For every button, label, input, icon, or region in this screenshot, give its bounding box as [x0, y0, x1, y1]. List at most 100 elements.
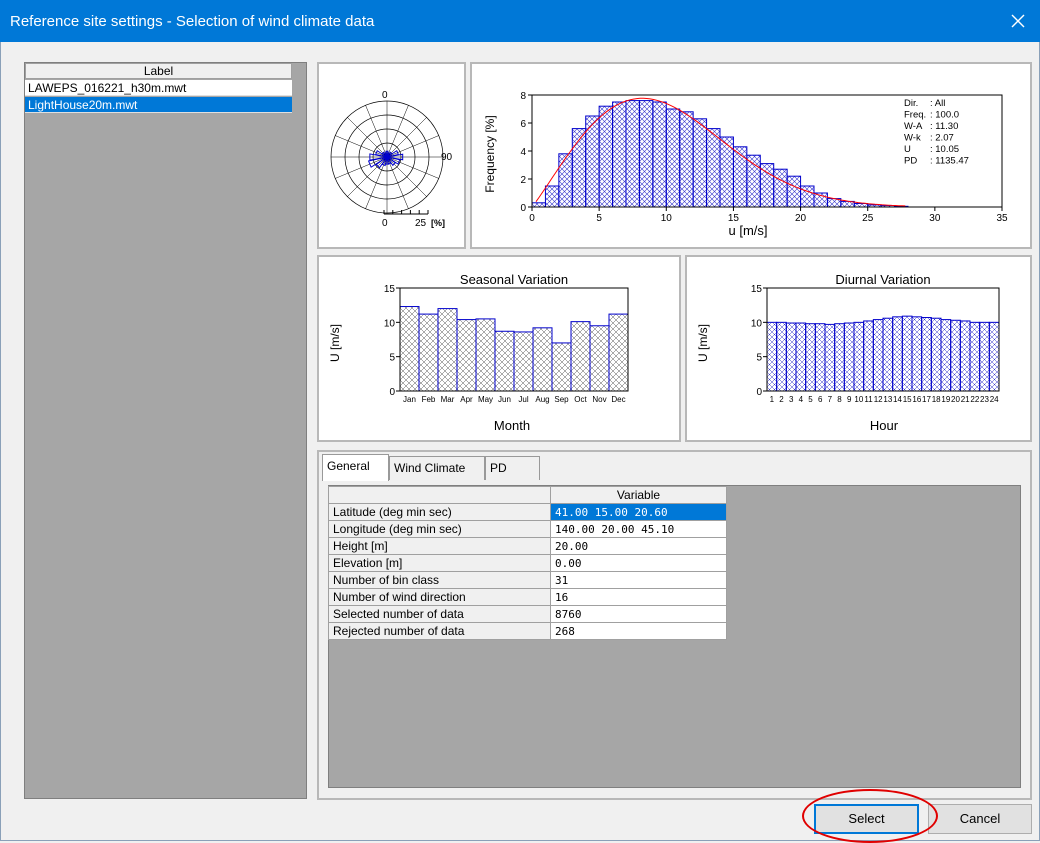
row-value[interactable]: 268 [550, 622, 727, 640]
stat-value: : All [930, 98, 945, 109]
wind-rose-scale-unit: [%] [431, 218, 445, 228]
table-row: Number of wind direction 16 [328, 588, 727, 606]
y-tick-label: 5 [756, 353, 762, 364]
wind-rose-scale-max: 25 [415, 218, 427, 229]
x-tick-label: 1 [770, 395, 775, 404]
stat-key: U [904, 144, 911, 155]
x-tick-label: 0 [529, 213, 535, 224]
x-tick-label: 11 [864, 395, 873, 404]
stat-value: : 2.07 [930, 133, 954, 144]
row-value[interactable]: 8760 [550, 605, 727, 623]
x-tick-label: 3 [789, 395, 794, 404]
wind-rose-panel: 0 90 0 25 [%] [317, 62, 466, 249]
file-list[interactable]: Label LAWEPS_016221_h30m.mwt LightHouse2… [24, 62, 307, 799]
diurnal-ylabel: U [m/s] [696, 324, 710, 362]
frequency-bar [652, 101, 667, 208]
bar [814, 323, 826, 392]
table-corner-cell [328, 486, 551, 504]
wind-rose-chart: 0 90 0 25 [%] [330, 90, 453, 229]
table-row: Selected number of data 8760 [328, 605, 727, 623]
row-label: Elevation [m] [328, 554, 551, 572]
x-tick-label: 22 [970, 395, 979, 404]
tab-pd[interactable]: PD [485, 456, 540, 480]
x-tick-label: May [478, 395, 493, 404]
window-title: Reference site settings - Selection of w… [10, 13, 375, 30]
stat-value: : 1135.47 [930, 156, 969, 167]
frequency-histogram: Frequency [%] u [m/s] 0 2 4 6 8 0 5 10 15 20 25 30 3… [483, 91, 1008, 238]
x-tick-label: 4 [799, 395, 804, 404]
frequency-bar [544, 185, 560, 208]
x-tick-label: Feb [422, 395, 436, 404]
file-list-header[interactable]: Label [25, 63, 292, 79]
stat-value: : 100.0 [930, 110, 959, 121]
wind-rose-north-label: 0 [382, 90, 388, 101]
bar [776, 321, 787, 392]
y-tick-label: 15 [384, 284, 396, 295]
stat-key: PD [904, 156, 917, 167]
bar [988, 321, 1000, 392]
frequency-bar [625, 100, 640, 208]
bar [979, 321, 990, 392]
y-tick-label: 0 [389, 387, 395, 398]
bar [940, 319, 952, 392]
seasonal-xlabel: Month [494, 418, 530, 433]
x-tick-label: 7 [828, 395, 833, 404]
frequency-bar [692, 118, 708, 208]
diurnal-xlabel: Hour [870, 418, 899, 433]
stat-key: Freq. [904, 110, 926, 121]
rose-spoke [347, 156, 388, 197]
table-column-header[interactable]: Variable [550, 486, 727, 504]
seasonal-panel: Seasonal Variation U [m/s] Month 0 5 10 15 J… [317, 255, 681, 442]
row-value-selected[interactable]: 41.00 15.00 20.60 [550, 503, 727, 521]
bar [853, 321, 865, 392]
frequency-bar [732, 146, 748, 208]
bar [872, 319, 884, 392]
tab-wind-climate[interactable]: Wind Climate [389, 456, 485, 480]
x-tick-label: 17 [922, 395, 931, 404]
row-value[interactable]: 20.00 [550, 537, 727, 555]
tab-general[interactable]: General [322, 454, 389, 481]
close-button[interactable] [996, 0, 1040, 42]
bar [494, 330, 515, 392]
x-tick-label: 10 [854, 395, 863, 404]
x-tick-label: 19 [941, 395, 950, 404]
file-list-item[interactable]: LAWEPS_016221_h30m.mwt [25, 80, 292, 96]
x-tick-label: Jun [498, 395, 511, 404]
x-tick-label: 15 [728, 213, 740, 224]
stat-key: W-k [904, 133, 921, 144]
wind-rose-scale-zero: 0 [382, 218, 388, 229]
x-tick-label: 15 [903, 395, 912, 404]
y-tick-label: 15 [751, 284, 763, 295]
frequency-bar [679, 111, 694, 208]
bar [456, 319, 477, 392]
y-tick-label: 0 [520, 203, 526, 214]
x-tick-label: 20 [795, 213, 807, 224]
row-value[interactable]: 16 [550, 588, 727, 606]
x-tick-label: 21 [961, 395, 970, 404]
x-tick-label: 8 [837, 395, 842, 404]
cancel-button[interactable]: Cancel [928, 804, 1032, 834]
x-tick-label: 24 [990, 395, 999, 404]
table-row: Longitude (deg min sec) 140.00 20.00 45.… [328, 520, 727, 538]
frequency-bar [558, 153, 573, 208]
row-value[interactable]: 140.00 20.00 45.10 [550, 520, 727, 538]
bar [795, 322, 807, 392]
x-tick-label: Jul [518, 395, 528, 404]
select-button[interactable]: Select [814, 804, 919, 834]
x-tick-label: 5 [596, 213, 602, 224]
x-tick-label: Aug [535, 395, 549, 404]
x-tick-label: Dec [611, 395, 625, 404]
bar [901, 315, 913, 392]
x-tick-label: 35 [996, 213, 1008, 224]
row-value[interactable]: 31 [550, 571, 727, 589]
bar [892, 316, 903, 392]
x-tick-label: 25 [862, 213, 874, 224]
row-value[interactable]: 0.00 [550, 554, 727, 572]
y-tick-label: 0 [756, 387, 762, 398]
diurnal-title: Diurnal Variation [835, 272, 930, 287]
bar [969, 321, 981, 392]
seasonal-ylabel: U [m/s] [328, 324, 342, 362]
wind-rose-east-label: 90 [441, 152, 453, 163]
file-list-item-selected[interactable]: LightHouse20m.mwt [25, 97, 292, 113]
x-tick-label: Mar [441, 395, 455, 404]
